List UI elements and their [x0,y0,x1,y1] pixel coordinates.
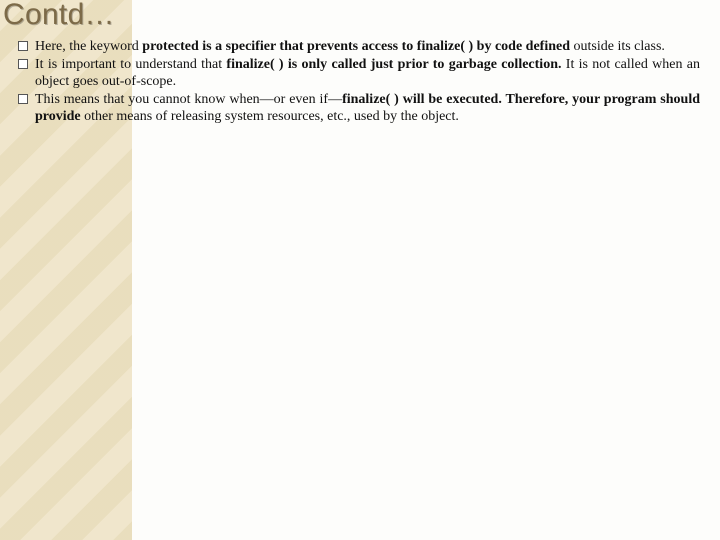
list-item: It is important to understand that final… [18,56,700,91]
bullet-text: Here, the keyword protected is a specifi… [35,38,700,56]
text-run: This means that you cannot know when—or … [35,92,342,107]
bullet-text: This means that you cannot know when—or … [35,91,700,126]
text-run: outside its class. [574,39,665,54]
body-text: Here, the keyword protected is a specifi… [18,38,700,126]
page-title: Contd… [3,0,115,32]
bullet-text: It is important to understand that final… [35,56,700,91]
text-run-bold: protected is a specifier that prevents a… [142,39,573,54]
checkbox-icon [18,94,28,104]
slide: Contd… Here, the keyword protected is a … [0,0,720,540]
list-item: Here, the keyword protected is a specifi… [18,38,700,56]
checkbox-icon [18,59,28,69]
text-run-bold: finalize( ) is only called just prior to… [226,57,561,72]
text-run: It is important to understand that [35,57,226,72]
checkbox-icon [18,41,28,51]
text-run: Here, the keyword [35,39,142,54]
list-item: This means that you cannot know when—or … [18,91,700,126]
text-run: other means of releasing system resource… [84,109,459,124]
